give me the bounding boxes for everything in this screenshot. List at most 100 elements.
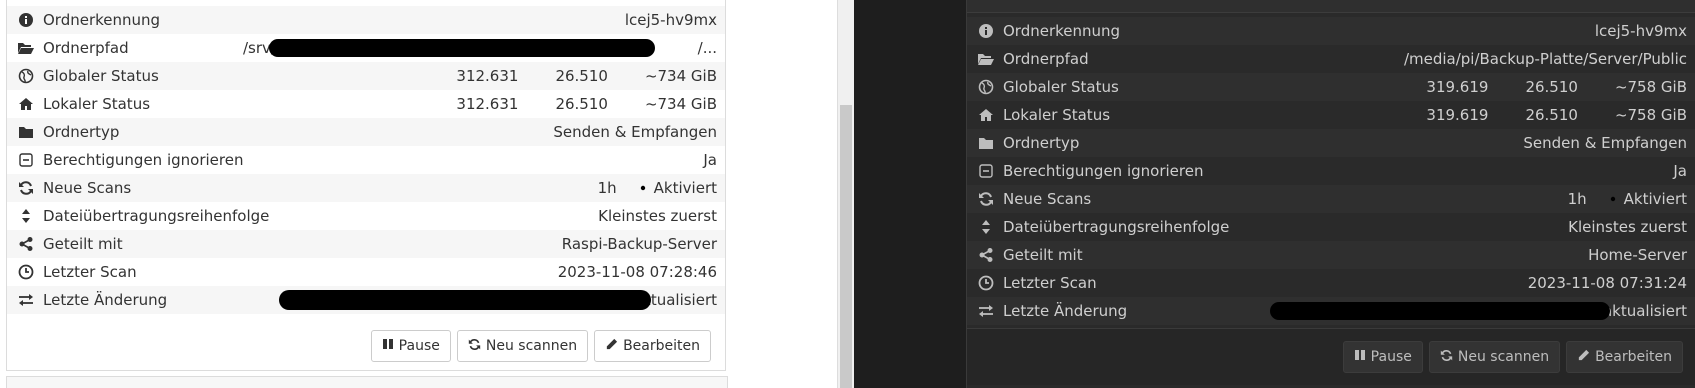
exchange-icon [977, 302, 995, 320]
scrollbar-thumb[interactable] [840, 105, 852, 388]
size-total: ~758 GiB [1596, 78, 1687, 96]
row-label: Letzter Scan [43, 263, 137, 281]
row-local-status: Lokaler Status 312.631 26.510 ~734 GiB [7, 90, 725, 118]
row-global-status: Globaler Status 319.619 26.510 ~758 GiB [967, 73, 1695, 101]
row-value: Senden & Empfangen [1523, 134, 1687, 152]
next-folder-panel[interactable] [6, 376, 728, 388]
row-value: Ja [1673, 162, 1687, 180]
folder-icon [977, 134, 995, 152]
scrollbar[interactable] [838, 0, 854, 388]
row-value-path-end: /... [697, 39, 717, 57]
row-label: Lokaler Status [1003, 106, 1111, 124]
row-shared-with: Geteilt mit Home-Server [967, 241, 1695, 269]
eye-icon [635, 180, 651, 196]
folder-icon [17, 123, 35, 141]
row-latest-change: Letzte Änderung aktualisiert [7, 286, 725, 314]
shared-device-link[interactable]: Home-Server [1588, 246, 1687, 264]
pause-icon [1354, 349, 1366, 365]
row-value: lcej5-hv9mx [624, 11, 717, 29]
row-label: Lokaler Status [43, 95, 151, 113]
size-total: ~758 GiB [1596, 106, 1687, 124]
row-label: Letzter Scan [1003, 274, 1097, 292]
row-label: Berechtigungen ignorieren [43, 151, 244, 169]
row-value: Kleinstes zuerst [1568, 218, 1687, 236]
row-label: Letzte Änderung [43, 291, 168, 309]
row-value: 2023-11-08 07:31:24 [1527, 274, 1687, 292]
file-count: 312.631 [437, 95, 518, 113]
exchange-icon [17, 291, 35, 309]
row-value: 2023-11-08 07:28:46 [557, 263, 717, 281]
row-label: Ordnertyp [1003, 134, 1080, 152]
row-ignore-perms: Berechtigungen ignorieren Ja [967, 157, 1695, 185]
hdd-icon [1596, 107, 1612, 123]
info-icon [977, 22, 995, 40]
refresh-icon [977, 190, 995, 208]
watcher-status: Aktiviert [1605, 190, 1687, 208]
row-value: /media/pi/Backup-Platte/Server/Public [1403, 50, 1687, 68]
row-label: Letzte Änderung [1003, 302, 1128, 320]
row-folder-type: Ordnertyp Senden & Empfangen [967, 129, 1695, 157]
row-label: Geteilt mit [43, 235, 123, 253]
folder-outline-icon [1506, 107, 1522, 123]
row-rescan: Neue Scans 1h Aktiviert [7, 174, 725, 202]
row-value: Ja [703, 151, 717, 169]
folder-count: 26.510 [536, 95, 608, 113]
pause-button[interactable]: Pause [1342, 341, 1423, 373]
clock-icon [1549, 191, 1565, 207]
clock-icon [17, 263, 35, 281]
file-count: 319.619 [1407, 78, 1488, 96]
row-global-status: Globaler Status 312.631 26.510 ~734 GiB [7, 62, 725, 90]
row-label: Ordnerpfad [43, 39, 129, 57]
edit-button[interactable]: Bearbeiten [1566, 341, 1683, 373]
sort-icon [17, 207, 35, 225]
row-label: Globaler Status [43, 67, 159, 85]
row-label: Ordnerkennung [43, 11, 161, 29]
rescan-interval: 1h [1549, 190, 1587, 208]
clock-icon [579, 180, 595, 196]
folder-panel-light: Ordnerkennung lcej5-hv9mx Ordnerpfad /sr… [0, 0, 838, 388]
row-latest-change: Letzte Änderung aktualisiert [967, 297, 1695, 325]
eye-icon [1605, 191, 1621, 207]
row-local-status: Lokaler Status 319.619 26.510 ~758 GiB [967, 101, 1695, 129]
folder-open-icon [977, 50, 995, 68]
file-count: 312.631 [437, 67, 518, 85]
row-rescan: Neue Scans 1h Aktiviert [967, 185, 1695, 213]
folder-panel-dark: Ordnerkennung lcej5-hv9mx Ordnerpfad /me… [854, 0, 1695, 388]
shared-device-link[interactable]: Raspi-Backup-Server [562, 235, 717, 253]
refresh-icon [1440, 349, 1453, 366]
rescan-button[interactable]: Neu scannen [1428, 341, 1561, 373]
folder-action-buttons: Pause Neu scannen Bearbeiten [1342, 341, 1683, 373]
row-value: Kleinstes zuerst [598, 207, 717, 225]
row-label: Geteilt mit [1003, 246, 1083, 264]
row-label: Berechtigungen ignorieren [1003, 162, 1204, 180]
row-ignore-perms: Berechtigungen ignorieren Ja [7, 146, 725, 174]
row-label: Neue Scans [43, 179, 132, 197]
row-value: 319.619 26.510 ~758 GiB [1407, 78, 1687, 96]
file-icon [437, 96, 453, 112]
folder-outline-icon [536, 68, 552, 84]
folder-details-panel: Ordnerkennung lcej5-hv9mx Ordnerpfad /me… [966, 0, 1695, 388]
folder-action-buttons: Pause Neu scannen Bearbeiten [370, 330, 711, 362]
row-label: Neue Scans [1003, 190, 1092, 208]
file-icon [1407, 107, 1423, 123]
redaction-mark [269, 39, 655, 57]
pause-button[interactable]: Pause [370, 330, 451, 362]
row-last-scan: Letzter Scan 2023-11-08 07:28:46 [7, 258, 725, 286]
globe-icon [17, 67, 35, 85]
file-icon [437, 68, 453, 84]
edit-button[interactable]: Bearbeiten [594, 330, 711, 362]
redaction-mark [279, 290, 651, 310]
row-folder-id: Ordnerkennung lcej5-hv9mx [7, 6, 725, 34]
globe-icon [977, 78, 995, 96]
folder-outline-icon [1506, 79, 1522, 95]
pencil-icon [1577, 349, 1590, 366]
folder-count: 26.510 [1506, 78, 1578, 96]
dark-background: Ordnerkennung lcej5-hv9mx Ordnerpfad /me… [854, 0, 1695, 388]
file-icon [1407, 79, 1423, 95]
row-last-scan: Letzter Scan 2023-11-08 07:31:24 [967, 269, 1695, 297]
rescan-button[interactable]: Neu scannen [456, 330, 589, 362]
pencil-icon [605, 338, 618, 355]
minus-square-icon [17, 151, 35, 169]
folder-open-icon [17, 39, 35, 57]
refresh-icon [17, 179, 35, 197]
